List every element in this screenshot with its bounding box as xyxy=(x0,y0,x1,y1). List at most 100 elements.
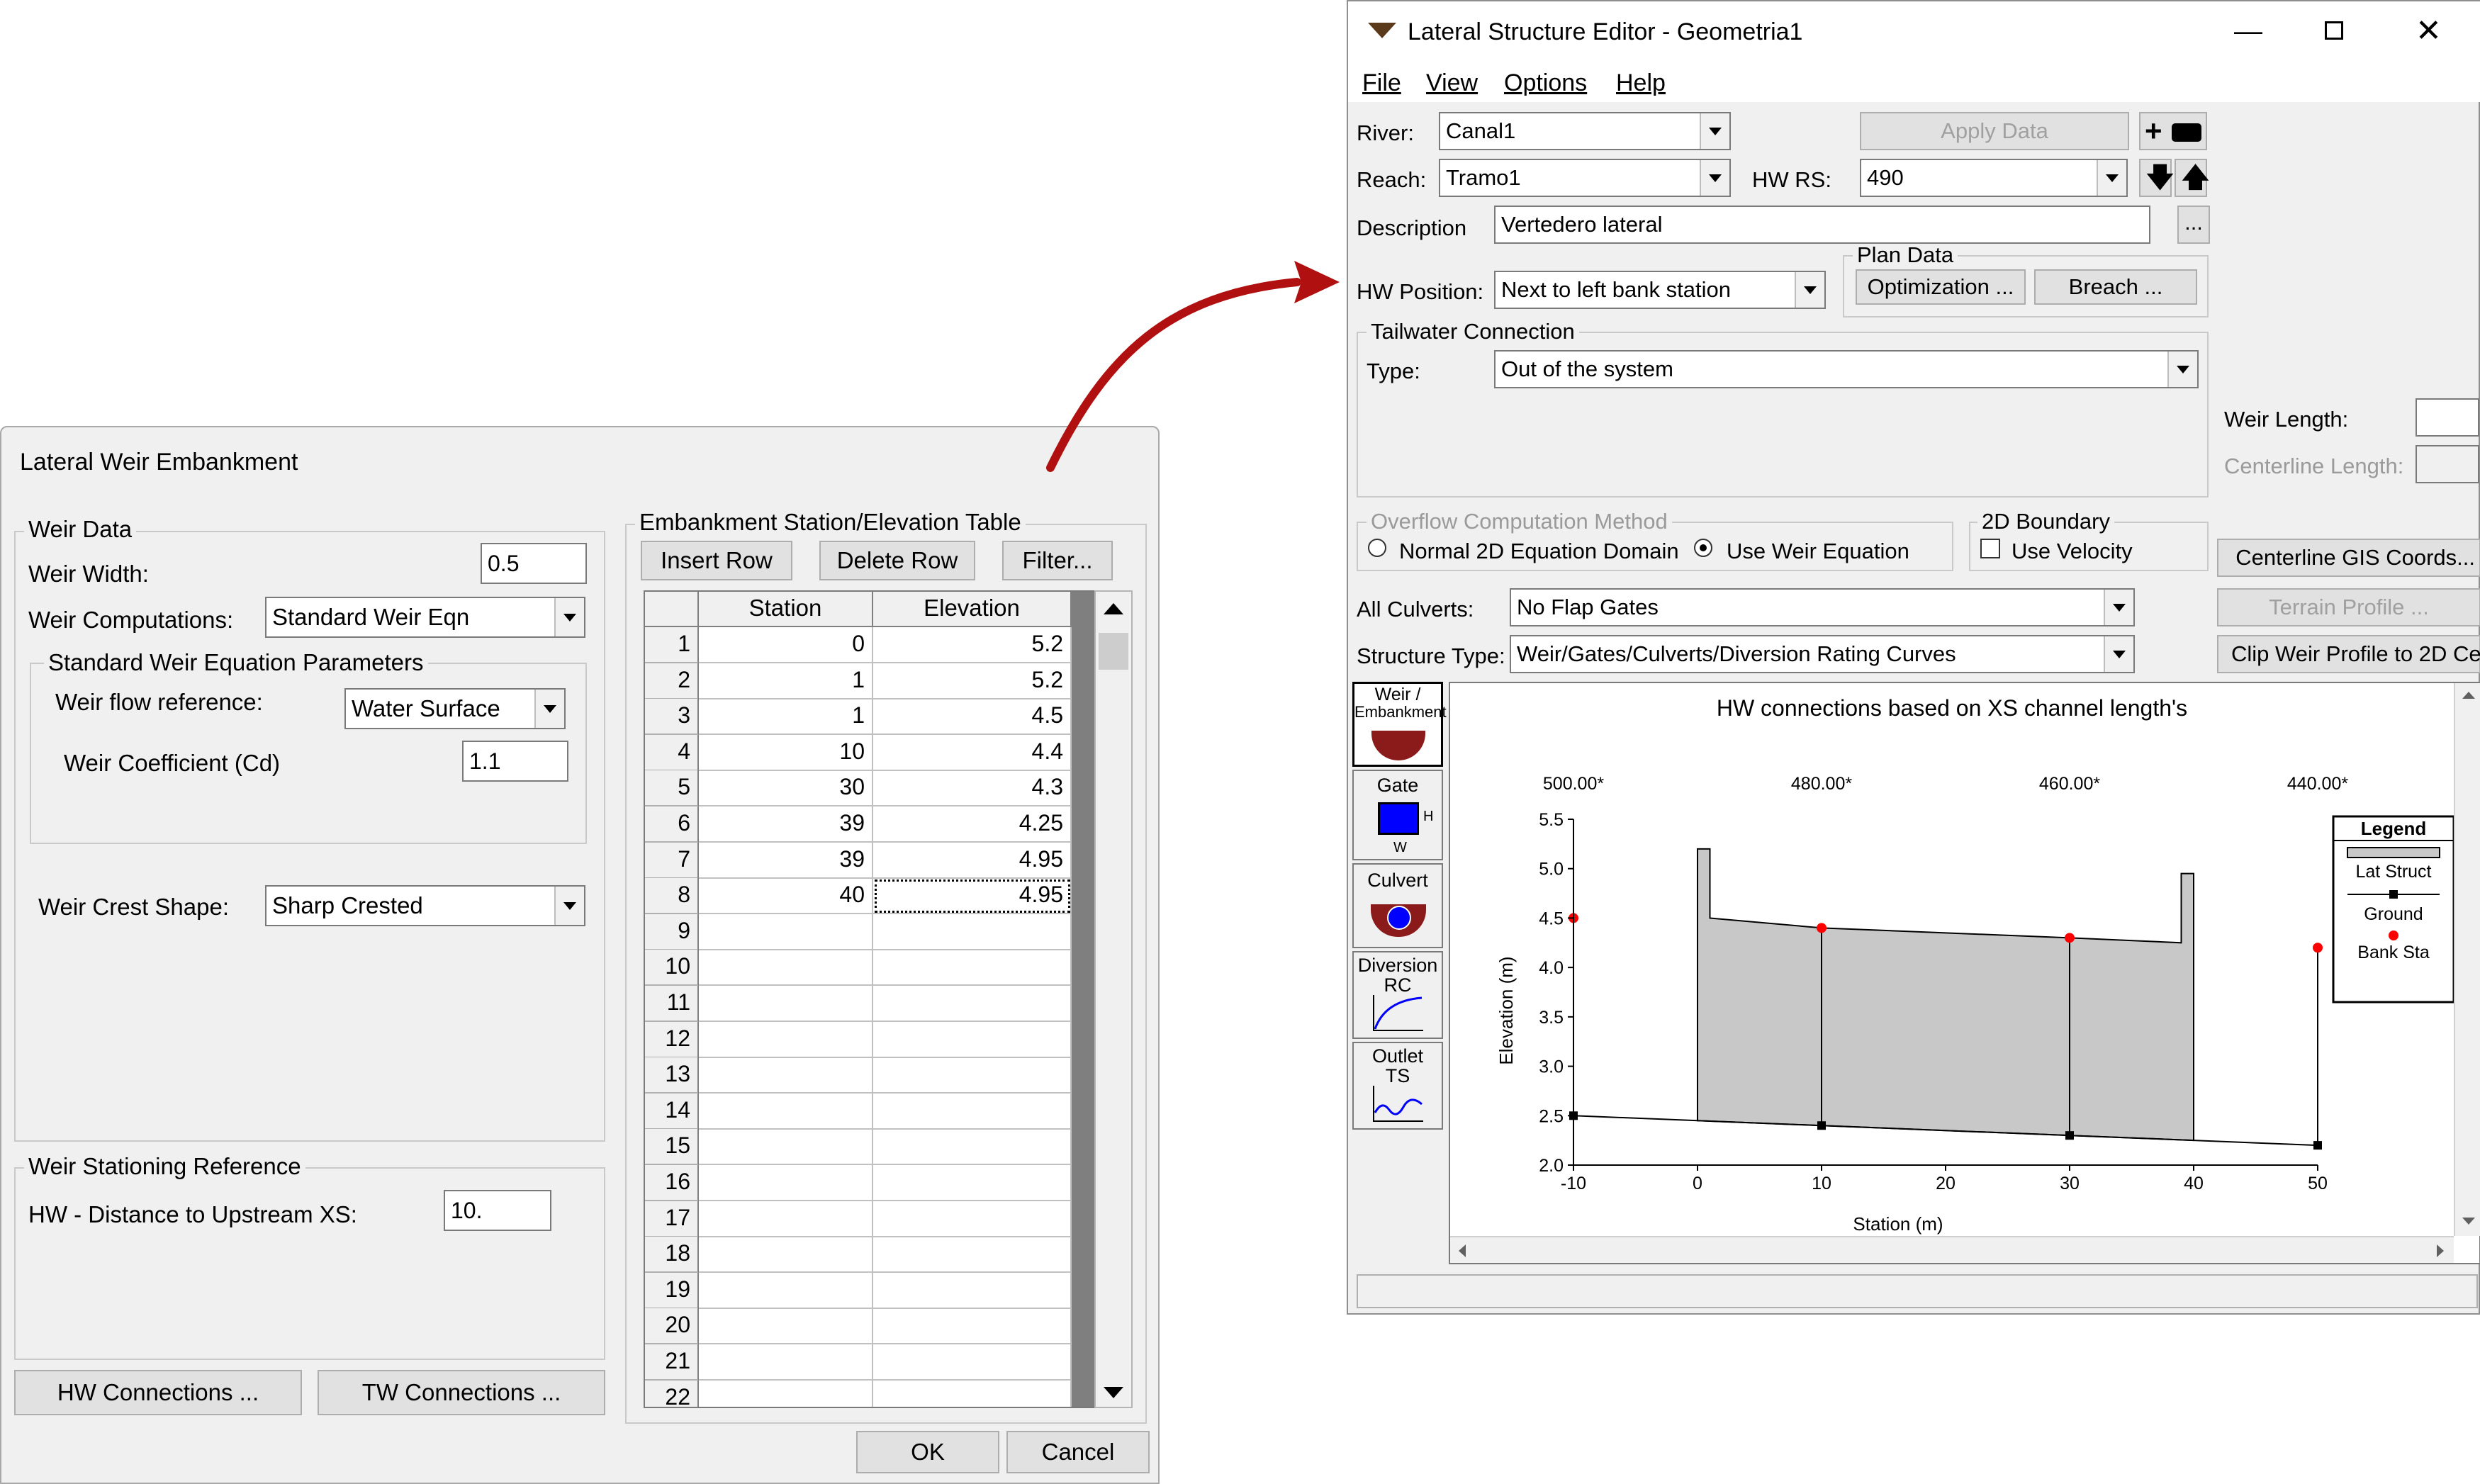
elevation-cell[interactable] xyxy=(873,1129,1072,1165)
optimization-button[interactable]: Optimization ... xyxy=(1856,269,2026,305)
scroll-thumb[interactable] xyxy=(1099,633,1128,670)
apply-data-button[interactable]: Apply Data xyxy=(1860,112,2129,150)
weir-length-input[interactable] xyxy=(2416,398,2479,437)
elevation-cell[interactable]: 4.3 xyxy=(873,770,1072,806)
crest-shape-select[interactable]: Sharp Crested xyxy=(265,885,585,926)
chart-hscrollbar[interactable] xyxy=(1450,1236,2454,1263)
description-input[interactable]: Vertedero lateral xyxy=(1494,206,2150,244)
station-cell[interactable] xyxy=(699,1094,873,1130)
chevron-down-icon[interactable] xyxy=(534,690,564,728)
chevron-down-icon[interactable] xyxy=(1700,160,1729,196)
station-cell[interactable] xyxy=(699,1201,873,1237)
close-icon[interactable]: ✕ xyxy=(2416,16,2442,47)
move-down-button[interactable]: 🡇 xyxy=(2139,159,2174,197)
river-select[interactable]: Canal1 xyxy=(1439,112,1731,150)
all-culverts-select[interactable]: No Flap Gates xyxy=(1510,588,2135,626)
station-cell[interactable]: 1 xyxy=(699,699,873,735)
clip-weir-button[interactable]: Clip Weir Profile to 2D Cell xyxy=(2217,635,2480,673)
chevron-down-icon[interactable] xyxy=(2104,590,2133,625)
use-weir-radio[interactable] xyxy=(1694,539,1712,557)
normal-2d-radio[interactable] xyxy=(1368,539,1386,557)
menu-view[interactable]: View xyxy=(1426,71,1478,95)
elevation-cell[interactable] xyxy=(873,1094,1072,1130)
elevation-cell[interactable]: 4.95 xyxy=(873,878,1072,914)
table-scrollbar[interactable] xyxy=(1094,590,1133,1408)
chevron-down-icon[interactable] xyxy=(2104,636,2133,672)
elevation-cell[interactable]: 5.2 xyxy=(873,663,1072,699)
scroll-right-icon[interactable] xyxy=(2437,1244,2444,1257)
insert-row-button[interactable]: Insert Row xyxy=(641,541,792,580)
culvert-button[interactable]: Culvert xyxy=(1352,863,1443,948)
menu-options[interactable]: Options xyxy=(1504,71,1587,95)
use-velocity-checkbox[interactable] xyxy=(1980,539,2000,558)
station-cell[interactable] xyxy=(699,986,873,1022)
hw-position-select[interactable]: Next to left bank station xyxy=(1494,271,1826,309)
scroll-up-icon[interactable] xyxy=(1104,603,1123,614)
hw-rs-select[interactable]: 490 xyxy=(1860,159,2128,197)
elevation-cell[interactable]: 5.2 xyxy=(873,627,1072,663)
station-cell[interactable]: 0 xyxy=(699,627,873,663)
elevation-cell[interactable] xyxy=(873,1022,1072,1058)
filter-button[interactable]: Filter... xyxy=(1002,541,1113,580)
station-cell[interactable] xyxy=(699,1273,873,1309)
outlet-ts-button[interactable]: Outlet TS xyxy=(1352,1042,1443,1130)
hw-distance-input[interactable]: 10. xyxy=(444,1190,551,1231)
flow-ref-select[interactable]: Water Surface xyxy=(344,688,566,729)
scroll-left-icon[interactable] xyxy=(1459,1244,1466,1257)
weir-embankment-button[interactable]: Weir / Embankment xyxy=(1352,682,1447,767)
elevation-cell[interactable] xyxy=(873,1165,1072,1201)
station-cell[interactable] xyxy=(699,1237,873,1273)
terrain-profile-button[interactable]: Terrain Profile ... xyxy=(2217,588,2480,626)
chevron-down-icon[interactable] xyxy=(1700,113,1729,149)
chevron-down-icon[interactable] xyxy=(2167,352,2197,387)
station-cell[interactable]: 10 xyxy=(699,735,873,771)
add-camera-button[interactable]: + xyxy=(2139,112,2207,150)
hw-connections-button[interactable]: HW Connections ... xyxy=(14,1370,302,1415)
scroll-down-icon[interactable] xyxy=(1104,1387,1123,1398)
chart-vscrollbar[interactable] xyxy=(2454,683,2480,1236)
elevation-cell[interactable] xyxy=(873,1308,1072,1344)
station-cell[interactable] xyxy=(699,1129,873,1165)
station-cell[interactable]: 1 xyxy=(699,663,873,699)
station-cell[interactable] xyxy=(699,1022,873,1058)
elevation-cell[interactable]: 4.4 xyxy=(873,735,1072,771)
station-cell[interactable] xyxy=(699,950,873,986)
maximize-icon[interactable] xyxy=(2325,21,2343,40)
gate-button[interactable]: Gate H W xyxy=(1352,770,1443,860)
station-cell[interactable] xyxy=(699,1057,873,1094)
elevation-cell[interactable] xyxy=(873,1273,1072,1309)
scroll-up-icon[interactable] xyxy=(2462,692,2475,699)
elevation-cell[interactable] xyxy=(873,1381,1072,1407)
chevron-down-icon[interactable] xyxy=(554,598,584,636)
elevation-cell[interactable]: 4.25 xyxy=(873,806,1072,843)
scroll-down-icon[interactable] xyxy=(2462,1218,2475,1225)
reach-select[interactable]: Tramo1 xyxy=(1439,159,1731,197)
chevron-down-icon[interactable] xyxy=(1795,272,1824,308)
centerline-gis-button[interactable]: Centerline GIS Coords... xyxy=(2217,539,2480,577)
station-cell[interactable] xyxy=(699,1381,873,1407)
weir-coef-input[interactable]: 1.1 xyxy=(462,741,568,782)
weir-computations-select[interactable]: Standard Weir Eqn xyxy=(265,597,585,638)
elevation-cell[interactable] xyxy=(873,1344,1072,1381)
move-up-button[interactable]: 🡅 xyxy=(2175,159,2209,197)
weir-width-input[interactable]: 0.5 xyxy=(481,543,587,584)
station-cell[interactable] xyxy=(699,1344,873,1381)
station-cell[interactable] xyxy=(699,914,873,950)
elevation-cell[interactable] xyxy=(873,986,1072,1022)
station-cell[interactable] xyxy=(699,1165,873,1201)
chevron-down-icon[interactable] xyxy=(554,887,584,925)
diversion-rc-button[interactable]: Diversion RC xyxy=(1352,951,1443,1039)
station-cell[interactable]: 30 xyxy=(699,770,873,806)
station-cell[interactable] xyxy=(699,1308,873,1344)
elevation-cell[interactable] xyxy=(873,950,1072,986)
ok-button[interactable]: OK xyxy=(856,1431,999,1473)
menu-help[interactable]: Help xyxy=(1616,71,1666,95)
station-cell[interactable]: 39 xyxy=(699,843,873,879)
elevation-cell[interactable] xyxy=(873,1057,1072,1094)
breach-button[interactable]: Breach ... xyxy=(2034,269,2197,305)
elevation-cell[interactable]: 4.95 xyxy=(873,843,1072,879)
chevron-down-icon[interactable] xyxy=(2097,160,2126,196)
station-cell[interactable]: 39 xyxy=(699,806,873,843)
elevation-cell[interactable]: 4.5 xyxy=(873,699,1072,735)
cancel-button[interactable]: Cancel xyxy=(1006,1431,1150,1473)
